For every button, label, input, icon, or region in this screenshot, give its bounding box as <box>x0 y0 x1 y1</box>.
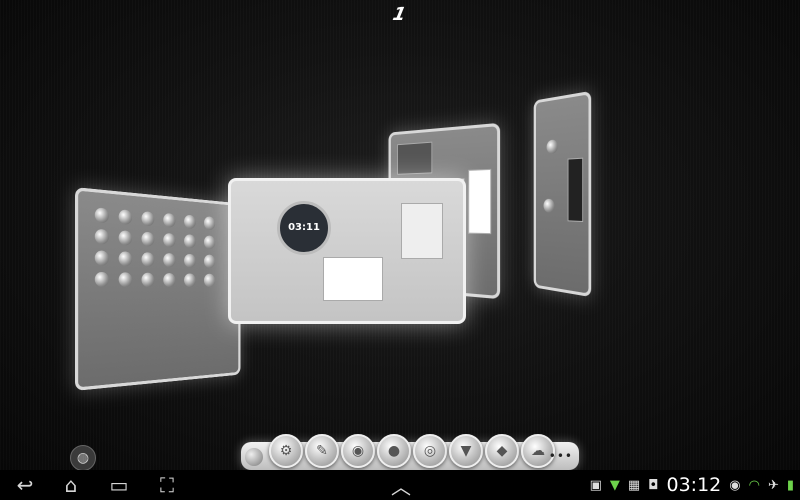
screen-preview-icons[interactable] <box>533 90 592 298</box>
maps-icon[interactable]: ◆ <box>485 434 519 468</box>
screenshot-icon[interactable]: ⛶ <box>152 473 182 497</box>
app-icon <box>94 207 109 224</box>
app-icon <box>163 252 176 268</box>
image-icon: ▣ <box>589 477 602 493</box>
app-icon <box>203 235 216 250</box>
battery-icon: ▮ <box>786 477 794 493</box>
app-icon <box>141 252 155 267</box>
dock-more-button[interactable]: ••• <box>549 449 573 463</box>
widget-preview <box>567 157 584 223</box>
wifi-icon: ◠ <box>748 477 760 493</box>
download-icon: ▼ <box>609 477 620 493</box>
app-icon <box>203 273 216 288</box>
app-icon <box>94 250 109 266</box>
app-icon <box>141 272 155 287</box>
app-icon <box>203 216 216 231</box>
globe-icon[interactable]: ● <box>377 434 411 468</box>
app-icon <box>546 139 558 155</box>
app-icon <box>118 251 133 267</box>
status-bar[interactable]: ▣ ▼ ▦ ◘ 03:12 ◉ ◠ ✈ ▮ <box>590 472 794 498</box>
widget-preview <box>401 203 443 259</box>
status-time: 03:12 <box>666 474 722 496</box>
eye-icon: ◉ <box>729 477 741 493</box>
app-icon <box>141 211 155 227</box>
app-icon <box>543 198 555 213</box>
app-icon <box>94 271 109 287</box>
dock-ball-icon[interactable] <box>245 448 263 466</box>
screen-preview-app-drawer[interactable] <box>75 187 241 391</box>
camera-icon[interactable]: ◉ <box>341 434 375 468</box>
dock: ⚙ ✎ ◉ ● ◎ ▼ ◆ ☁ ••• <box>241 434 579 470</box>
app-icon <box>184 273 196 288</box>
app-icon <box>184 253 196 268</box>
camera-status-icon: ◘ <box>648 477 659 493</box>
airplane-icon: ✈ <box>767 477 779 493</box>
app-icon <box>94 228 109 245</box>
app-icon <box>118 272 133 287</box>
recents-icon[interactable]: ▭ <box>104 473 134 497</box>
globe-button[interactable]: ◍ <box>70 445 96 471</box>
chrome-icon[interactable]: ◎ <box>413 434 447 468</box>
app-icon <box>163 212 176 228</box>
note-icon[interactable]: ✎ <box>305 434 339 468</box>
app-icon <box>118 230 133 246</box>
app-icon <box>118 209 133 225</box>
settings-icon[interactable]: ⚙ <box>269 434 303 468</box>
shopping-icon: ▦ <box>627 477 641 493</box>
news-widget-preview <box>323 257 383 301</box>
app-icon <box>203 254 216 269</box>
app-icon <box>184 214 196 230</box>
clock-widget: 03:11 <box>277 201 331 255</box>
app-icon <box>141 231 155 247</box>
home-icon[interactable]: ⌂ <box>56 473 86 497</box>
app-grid-preview <box>94 207 219 288</box>
up-chevron-icon[interactable]: ︿ <box>386 473 416 499</box>
widget-preview <box>468 168 492 235</box>
app-icon <box>184 234 196 249</box>
widget-preview <box>397 141 433 175</box>
screen-preview-current[interactable]: 03:11 <box>228 178 466 324</box>
clock-widget-time: 03:11 <box>288 222 320 233</box>
app-icon[interactable]: ▼ <box>449 434 483 468</box>
app-icon <box>163 232 176 248</box>
app-icon <box>163 272 176 288</box>
back-icon[interactable]: ↩ <box>10 473 40 497</box>
